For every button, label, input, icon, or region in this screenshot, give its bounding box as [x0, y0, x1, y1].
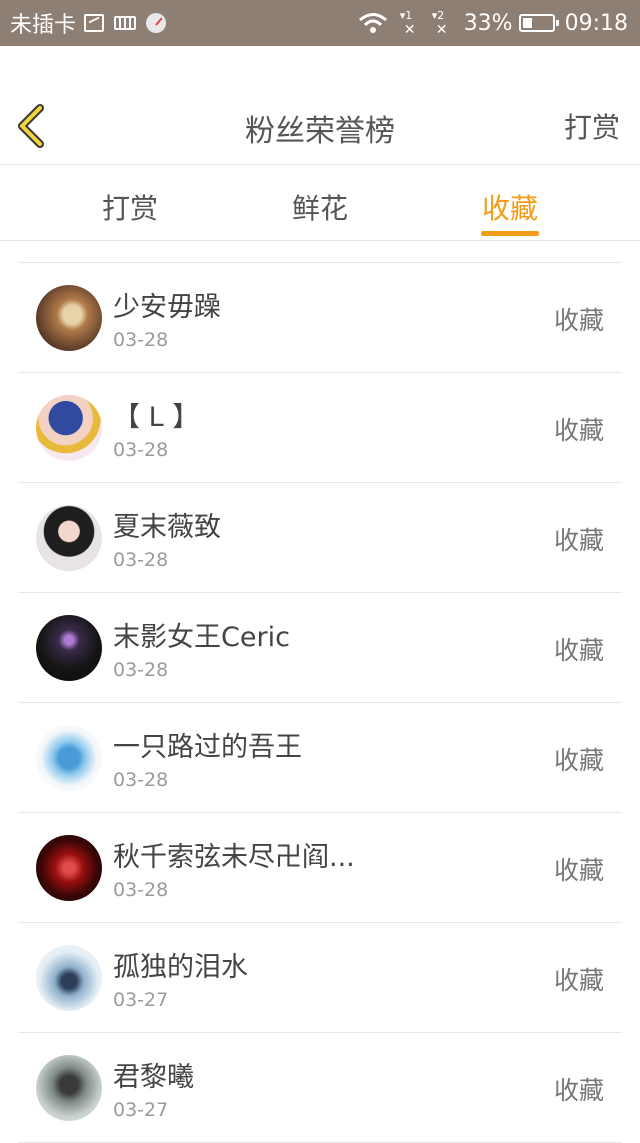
battery-icon — [518, 14, 559, 32]
list-item[interactable]: 秋千索弦未尽卍阎... 03-28 收藏 — [18, 813, 622, 923]
fan-date: 03-27 — [113, 1099, 169, 1121]
list-item[interactable]: 【 L 】 03-28 收藏 — [18, 373, 622, 483]
sim2-label: 2 — [437, 9, 445, 22]
fan-date: 03-28 — [113, 549, 169, 571]
image-icon — [84, 14, 105, 32]
fan-date: 03-27 — [113, 989, 169, 1011]
tip-button[interactable]: 打赏 — [564, 106, 620, 146]
fan-name: 一只路过的吾王 — [113, 732, 302, 763]
sim1-signal-icon: ▾1 ✕ — [399, 9, 416, 38]
action-label: 收藏 — [553, 856, 604, 885]
tab-favorites[interactable]: 收藏 — [482, 187, 538, 227]
fan-date: 03-28 — [113, 329, 169, 351]
avatar — [36, 945, 102, 1011]
fan-name: 君黎曦 — [113, 1062, 194, 1093]
action-label: 收藏 — [553, 416, 604, 445]
avatar — [36, 285, 102, 351]
avatar — [36, 1055, 102, 1121]
fan-date: 03-28 — [113, 769, 169, 791]
fan-date: 03-28 — [113, 659, 169, 681]
avatar — [36, 505, 102, 571]
fan-date: 03-28 — [113, 439, 169, 461]
fan-name: 孤独的泪水 — [113, 952, 248, 983]
action-label: 收藏 — [553, 966, 604, 995]
action-label: 收藏 — [553, 306, 604, 335]
action-label: 收藏 — [553, 636, 604, 665]
fan-list: 少安毋躁 03-28 收藏 【 L 】 03-28 收藏 夏末薇致 03-28 … — [18, 262, 622, 1143]
speedometer-icon — [146, 13, 167, 33]
avatar — [36, 725, 102, 791]
list-item[interactable]: 孤独的泪水 03-27 收藏 — [18, 923, 622, 1033]
fan-name: 少安毋躁 — [113, 292, 221, 323]
action-label: 收藏 — [553, 746, 604, 775]
tab-tip[interactable]: 打赏 — [102, 187, 158, 227]
tab-bar: 打赏 鲜花 收藏 — [0, 165, 640, 241]
battery-percent: 33% — [463, 10, 513, 36]
fan-name: 【 L 】 — [113, 402, 200, 433]
keyboard-icon — [114, 16, 137, 30]
list-item[interactable]: 少安毋躁 03-28 收藏 — [18, 263, 622, 373]
page-title: 粉丝荣誉榜 — [245, 114, 395, 149]
fan-name: 秋千索弦未尽卍阎... — [113, 842, 355, 873]
active-tab-indicator — [481, 231, 539, 236]
list-item[interactable]: 夏末薇致 03-28 收藏 — [18, 483, 622, 593]
list-item[interactable]: 末影女王Ceric 03-28 收藏 — [18, 593, 622, 703]
fan-name: 末影女王Ceric — [113, 622, 290, 653]
action-label: 收藏 — [553, 526, 604, 555]
sim1-label: 1 — [405, 9, 413, 22]
clock: 09:18 — [564, 10, 628, 36]
action-label: 收藏 — [553, 1076, 604, 1105]
avatar — [36, 835, 102, 901]
avatar — [36, 615, 102, 681]
app-header: 粉丝荣誉榜 打赏 — [0, 46, 640, 165]
wifi-icon — [358, 13, 387, 33]
fan-date: 03-28 — [113, 879, 169, 901]
sim2-signal-icon: ▾2 ✕ — [431, 9, 448, 38]
carrier-label: 未插卡 — [10, 13, 77, 38]
fan-name: 夏末薇致 — [113, 512, 221, 543]
tab-flowers[interactable]: 鲜花 — [292, 187, 348, 227]
list-item[interactable]: 一只路过的吾王 03-28 收藏 — [18, 703, 622, 813]
avatar — [36, 395, 102, 461]
status-bar: 未插卡 ▾1 ✕ ▾2 ✕ 33% 09:18 — [0, 0, 640, 46]
list-item[interactable]: 君黎曦 03-27 收藏 — [18, 1033, 622, 1143]
